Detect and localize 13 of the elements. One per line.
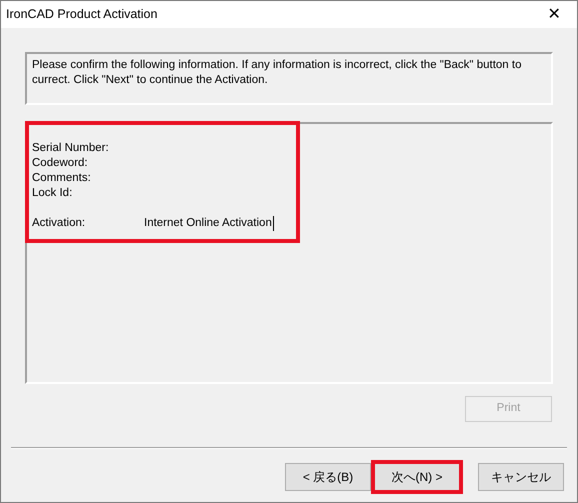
info-label: Codeword:: [32, 156, 89, 171]
info-label: Serial Number:: [32, 141, 110, 156]
window-title: IronCAD Product Activation: [6, 6, 158, 24]
dialog-button[interactable]: < 戻る(B): [285, 463, 371, 491]
info-label: Comments:: [32, 171, 92, 186]
close-button[interactable]: ✕: [531, 1, 577, 28]
info-label: Lock Id:: [32, 186, 74, 201]
text-cursor: [272, 216, 274, 231]
dialog-button[interactable]: キャンセル: [478, 463, 564, 491]
message-box: Please confirm the following information. If any information is incorrect, click the "Back" button to currect. Click "Next" to continue the Activation.: [25, 52, 553, 105]
dialog-button[interactable]: 次へ(N) >: [374, 463, 460, 491]
info-label: Activation:: [32, 216, 86, 231]
info-value: Internet Online Activation: [144, 216, 272, 231]
